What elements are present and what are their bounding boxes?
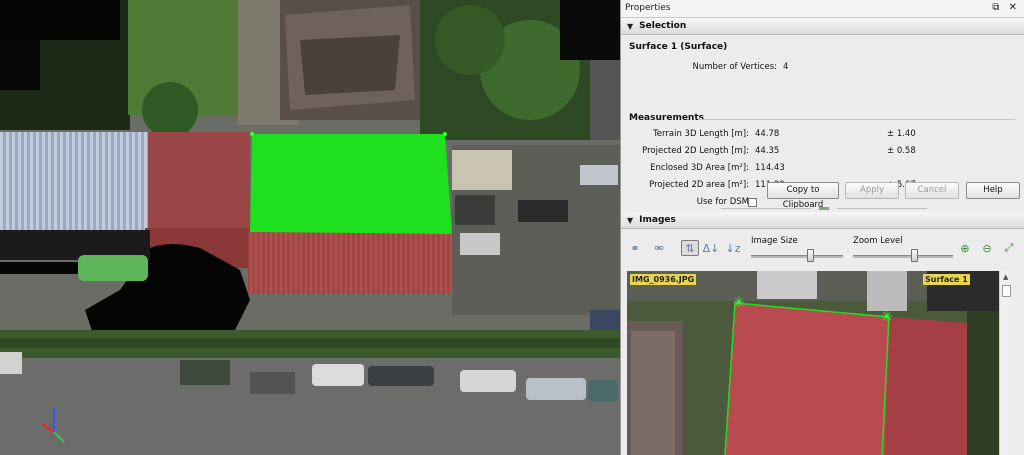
measurement-label: Projected 2D area [m²]: [649, 180, 749, 190]
images-toolbar: ⚭ ⚮ ⇅ Δ↓ ↓z Image Size Zoom Level ⊕ ⊖ ⤢ [621, 232, 1024, 268]
measurement-error: ± 1.40 [887, 129, 916, 139]
measurement-value: 44.35 [755, 146, 780, 156]
panel-title: Properties [625, 3, 671, 13]
surface-title: Surface 1 (Surface) [629, 42, 728, 52]
cancel-button[interactable]: Cancel [905, 182, 959, 199]
help-button[interactable]: Help [966, 182, 1020, 199]
zoom-level-label: Zoom Level [853, 236, 903, 246]
sort-delta-icon[interactable]: Δ↓ [703, 240, 720, 256]
measurement-label: Terrain 3D Length [m]: [653, 129, 749, 139]
images-header-label: Images [639, 215, 676, 225]
vertices-label: Number of Vertices: [692, 62, 777, 72]
measurement-value: 114.43 [755, 163, 785, 173]
image-preview[interactable]: ✳ ✳ IMG_0936.JPG Surface 1 ▲ [627, 271, 1013, 455]
selection-section-header[interactable]: ▼ Selection [621, 18, 1024, 35]
scrollbar-thumb[interactable] [1002, 285, 1011, 297]
3d-viewport[interactable] [0, 0, 620, 455]
axis-gizmo-icon [41, 408, 65, 443]
zoom-level-slider-thumb[interactable] [911, 249, 918, 262]
measurement-row: Enclosed 3D Area [m²]: 114.43 [621, 163, 1011, 177]
zoom-out-icon[interactable]: ⊖ [979, 240, 995, 256]
measurement-label: Projected 2D Length [m]: [642, 146, 749, 156]
image-size-label: Image Size [751, 236, 798, 246]
copy-to-clipboard-button[interactable]: Copy to Clipboard [767, 182, 839, 210]
surface-tag: Surface 1 [923, 274, 970, 285]
zoom-in-icon[interactable]: ⊕ [957, 240, 973, 256]
measurement-row: Terrain 3D Length [m]: 44.78 ± 1.40 [621, 129, 1011, 143]
image-name-tag: IMG_0936.JPG [630, 274, 697, 285]
measurement-value: 44.78 [755, 129, 780, 139]
apply-button[interactable]: Apply [845, 182, 899, 199]
measurement-error: ± 0.58 [887, 146, 916, 156]
sort-icon[interactable]: ⇅ [681, 240, 699, 256]
link-icon[interactable]: ⚭ [627, 240, 643, 256]
zoom-level-slider-track[interactable] [853, 255, 953, 258]
scroll-up-icon[interactable]: ▲ [1003, 273, 1008, 281]
image-preview-photo: ✳ ✳ [627, 271, 999, 455]
panel-titlebar: Properties ⧉ ✕ [621, 0, 1024, 18]
collapse-triangle-icon[interactable]: ▼ [627, 22, 633, 31]
splitter-grip-icon[interactable] [819, 207, 829, 210]
properties-panel: Properties ⧉ ✕ ▼ Selection Surface 1 (Su… [620, 0, 1024, 455]
svg-text:✳: ✳ [733, 295, 745, 311]
measurement-label: Enclosed 3D Area [m²]: [650, 163, 749, 173]
images-section-header[interactable]: ▼ Images [621, 212, 1024, 229]
collapse-triangle-icon[interactable]: ▼ [627, 216, 633, 225]
point-cloud-scene [0, 0, 620, 455]
unlink-icon[interactable]: ⚮ [651, 240, 667, 256]
window-controls-icon[interactable]: ⧉ ✕ [992, 2, 1020, 13]
vertices-row: Number of Vertices: 4 [621, 62, 1011, 76]
svg-text:✳: ✳ [881, 309, 893, 325]
fit-icon[interactable]: ⤢ [1001, 240, 1017, 256]
sort-alpha-icon[interactable]: ↓z [725, 240, 741, 256]
vertices-value: 4 [783, 62, 789, 72]
measurement-row: Projected 2D Length [m]: 44.35 ± 0.58 [621, 146, 1011, 160]
measurements-header: Measurements [629, 113, 704, 123]
image-size-slider-track[interactable] [751, 255, 843, 258]
image-size-slider-thumb[interactable] [806, 249, 814, 262]
selection-header-label: Selection [639, 21, 687, 31]
image-scrollbar[interactable]: ▲ [999, 271, 1013, 455]
measurements-divider [699, 119, 1015, 120]
